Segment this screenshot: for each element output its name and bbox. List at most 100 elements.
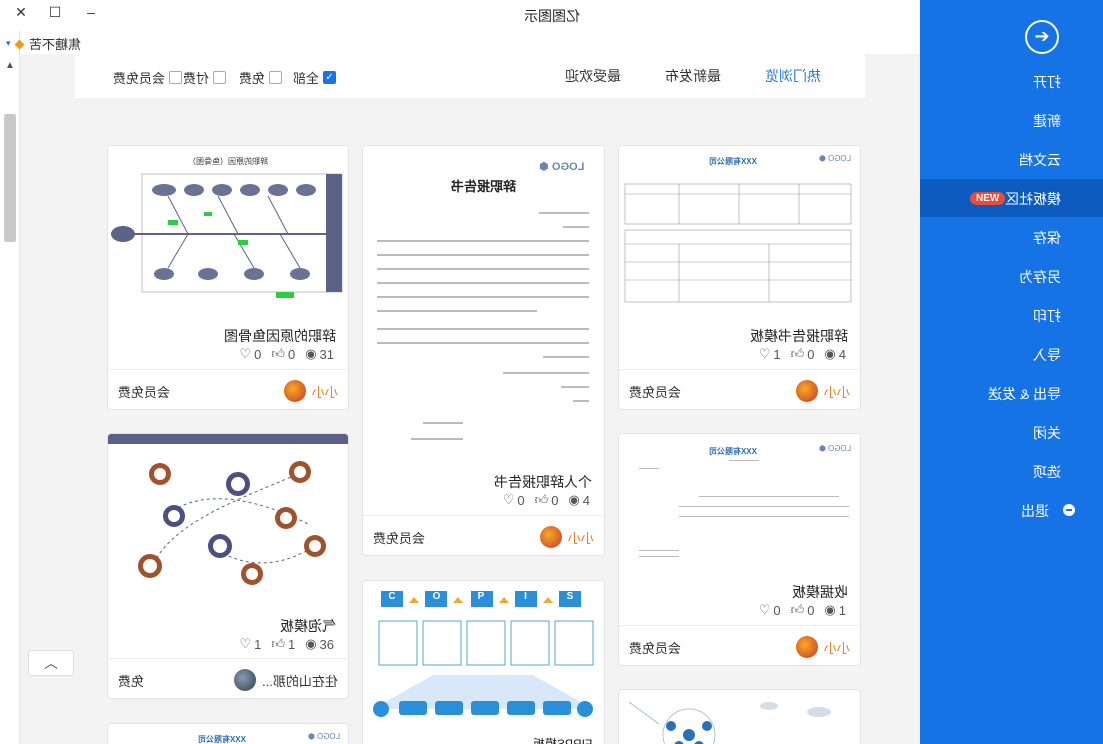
file-menu-sidebar: ➔ 打开 新建 云文档 NEW 模板社区 保存 另存为 打印 导入 导出 & 发… bbox=[920, 0, 1103, 744]
eye-icon: ◉ bbox=[305, 346, 317, 361]
checkbox-paid[interactable]: 付费 bbox=[183, 68, 227, 87]
checkbox-label: 付费 bbox=[183, 71, 210, 86]
price-label: 会员免费 bbox=[118, 385, 171, 400]
checkbox-box[interactable] bbox=[213, 71, 227, 84]
logo-icon: ⬢ bbox=[819, 444, 826, 453]
menu-item-save-as[interactable]: 另存为 bbox=[920, 257, 1103, 295]
thumb-up-icon[interactable]: 👍︎ bbox=[271, 346, 285, 362]
close-icon[interactable]: ✕ bbox=[10, 4, 32, 21]
menu-item-exit[interactable]: 退出 bbox=[920, 491, 1103, 529]
heart-icon[interactable]: ♡ bbox=[239, 346, 251, 362]
minimize-icon[interactable]: – bbox=[80, 4, 102, 20]
template-card[interactable]: 辞职的原因（鱼骨图） 辞职的原因鱼骨图 ♡ 0 👍︎ 0 ◉ 31 会员免费 小… bbox=[107, 145, 349, 410]
menu-item-open[interactable]: 打开 bbox=[920, 62, 1103, 100]
chevron-down-icon[interactable]: ▾ bbox=[6, 38, 11, 49]
menu-item-import[interactable]: 导入 bbox=[920, 335, 1103, 373]
eye-icon: ◉ bbox=[568, 492, 580, 507]
card-thumbnail: XXX有限公司 ⬢ LOGO bbox=[619, 146, 860, 318]
exit-icon bbox=[1063, 504, 1075, 516]
template-community-main: 会员免费 付费 免费 全部 ✓ 最受欢迎 最新发布 热门浏览 辞职的原因（鱼骨图… bbox=[20, 54, 920, 744]
avatar bbox=[283, 380, 306, 402]
left-scroll-strip: ▲ bbox=[0, 0, 20, 744]
price-label: 免费 bbox=[118, 674, 145, 689]
avatar bbox=[234, 669, 257, 691]
network-diagram bbox=[628, 701, 831, 744]
card-footer: 会员免费 小小 bbox=[363, 515, 604, 555]
card-stats: ♡ 0 👍︎ 0 ◉ 4 bbox=[502, 492, 590, 508]
menu-item-save[interactable]: 保存 bbox=[920, 218, 1103, 256]
checkbox-label: 全部 bbox=[293, 71, 320, 86]
template-card[interactable] bbox=[618, 689, 861, 744]
price-label: 会员免费 bbox=[629, 385, 682, 400]
card-thumbnail: 辞职的原因（鱼骨图） bbox=[108, 146, 348, 316]
menu-item-options[interactable]: 选项 bbox=[920, 452, 1103, 490]
eye-icon: ◉ bbox=[305, 636, 317, 651]
template-card[interactable]: ⬢ LOGO 辞职报告书 个人辞职报告书 ♡ 0 👍︎ 0 ◉ 4 会员免费 小… bbox=[362, 145, 605, 556]
price-label: 会员免费 bbox=[629, 641, 682, 656]
avatar bbox=[539, 526, 562, 548]
eye-icon: ◉ bbox=[824, 346, 836, 361]
arrow-right-circle-icon[interactable]: ➔ bbox=[1025, 20, 1059, 54]
back-to-top-button[interactable]: ︿ bbox=[28, 650, 74, 676]
card-title: 辞职报告书模板 bbox=[750, 328, 848, 344]
title-bar: ✕ ☐ – bbox=[0, 0, 920, 30]
thumb-up-icon[interactable]: 👍︎ bbox=[791, 346, 805, 362]
thumb-up-icon[interactable]: 👍︎ bbox=[271, 636, 285, 652]
card-footer: 会员免费 小小 bbox=[108, 369, 348, 409]
checkbox-all[interactable]: 全部 ✓ bbox=[293, 68, 337, 87]
avatar bbox=[795, 380, 818, 402]
tab-hot-browse[interactable]: 热门浏览 bbox=[765, 66, 821, 86]
heart-icon[interactable]: ♡ bbox=[759, 346, 771, 362]
checkbox-label: 会员免费 bbox=[113, 71, 166, 86]
menu-item-print[interactable]: 打印 bbox=[920, 296, 1103, 334]
checkbox-free[interactable]: 免费 bbox=[239, 68, 283, 87]
author[interactable]: 小小 bbox=[795, 380, 850, 402]
card-thumbnail: C O P I S bbox=[363, 581, 604, 741]
menu-item-close[interactable]: 关闭 bbox=[920, 413, 1103, 451]
template-card[interactable]: C O P I S FIRPS模板 bbox=[362, 580, 605, 744]
card-footer: 会员免费 小小 bbox=[619, 625, 860, 665]
bubble-diagram bbox=[138, 461, 326, 585]
template-card[interactable]: XXX有限公司 ⬢ LOGO 收据模板 ♡ 0 👍︎ 0 ◉ 1 会员免费 小小 bbox=[618, 433, 861, 666]
tab-most-popular[interactable]: 最受欢迎 bbox=[565, 66, 621, 86]
tab-newest[interactable]: 最新发布 bbox=[665, 66, 721, 86]
scrollbar-thumb[interactable] bbox=[4, 114, 16, 242]
checkbox-box[interactable] bbox=[169, 71, 183, 84]
checkbox-box[interactable] bbox=[269, 71, 283, 84]
author[interactable]: 小小 bbox=[539, 526, 594, 548]
checkbox-member-free[interactable]: 会员免费 bbox=[113, 68, 183, 87]
menu-item-cloud-docs[interactable]: 云文档 bbox=[920, 140, 1103, 178]
author[interactable]: 小小 bbox=[795, 636, 850, 658]
author[interactable]: 住在山的那... bbox=[234, 669, 338, 691]
form-table-graphic bbox=[624, 183, 852, 303]
template-card[interactable]: XXX有限公司 ⬢ LOGO 辞职报告书模板 ♡ 1 👍︎ 0 ◉ 4 会员免费 小小 bbox=[618, 145, 861, 410]
maximize-icon[interactable]: ☐ bbox=[44, 4, 66, 21]
menu-item-new[interactable]: 新建 bbox=[920, 101, 1103, 139]
menu-item-export-send[interactable]: 导出 & 发送 bbox=[920, 374, 1103, 412]
checkbox-label: 免费 bbox=[239, 71, 266, 86]
thumb-up-icon[interactable]: 👍︎ bbox=[791, 602, 805, 618]
scroll-up-icon[interactable]: ▲ bbox=[0, 58, 20, 74]
card-footer: 免费 住在山的那... bbox=[108, 658, 348, 698]
checkbox-box-checked[interactable]: ✓ bbox=[323, 71, 337, 84]
card-title: 收据模板 bbox=[792, 584, 848, 600]
card-title: 个人辞职报告书 bbox=[494, 474, 592, 490]
heart-icon[interactable]: ♡ bbox=[239, 636, 251, 652]
author[interactable]: 小小 bbox=[283, 380, 338, 402]
heart-icon[interactable]: ♡ bbox=[759, 602, 771, 618]
card-stats: ♡ 1 👍︎ 1 ◉ 36 bbox=[239, 636, 334, 652]
card-title: 气泡模板 bbox=[280, 618, 336, 634]
thumb-up-icon[interactable]: 👍︎ bbox=[535, 492, 549, 508]
card-stats: ♡ 0 👍︎ 0 ◉ 31 bbox=[239, 346, 334, 362]
template-card[interactable]: 气泡模板 ♡ 1 👍︎ 1 ◉ 36 免费 住在山的那... bbox=[107, 433, 349, 699]
template-card[interactable]: XXX有限公司 ⬢ LOGO bbox=[107, 723, 349, 744]
card-title: 辞职的原因鱼骨图 bbox=[224, 328, 336, 344]
heart-icon[interactable]: ♡ bbox=[503, 492, 515, 508]
new-badge: NEW bbox=[970, 192, 1006, 205]
menu-item-template-community[interactable]: NEW 模板社区 bbox=[920, 179, 1103, 217]
card-stats: ♡ 0 👍︎ 0 ◉ 1 bbox=[758, 602, 846, 618]
logo-icon: ⬢ bbox=[819, 154, 826, 163]
fishbone-diagram bbox=[111, 173, 343, 298]
account-menu[interactable]: ▾ ◆ 焦糖不苦 bbox=[6, 34, 81, 53]
price-label: 会员免费 bbox=[373, 531, 426, 546]
